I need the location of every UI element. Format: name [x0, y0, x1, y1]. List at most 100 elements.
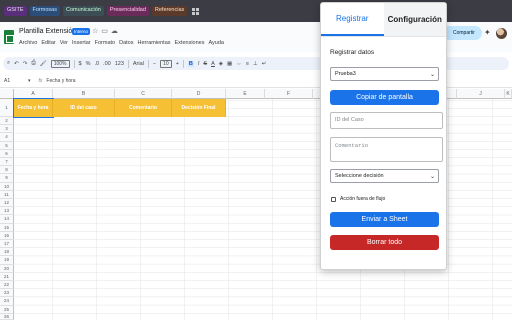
case-id-input[interactable]: ID del Caso	[330, 112, 443, 129]
comment-textarea[interactable]: Comentario	[330, 137, 443, 162]
menu-archivo[interactable]: Archivo	[19, 40, 37, 46]
bookmark-gsite[interactable]: GSITE	[4, 6, 27, 16]
apps-grid-icon[interactable]	[192, 7, 200, 15]
vertical-align-icon[interactable]: ⊥	[253, 61, 258, 67]
row-header-9[interactable]: 9	[0, 174, 14, 183]
bookmark-formosas[interactable]: Formosas	[29, 6, 60, 16]
column-header-f[interactable]: F	[265, 89, 313, 99]
menu-editar[interactable]: Editar	[41, 40, 55, 46]
menu-ver[interactable]: Ver	[60, 40, 68, 46]
merge-cells-icon[interactable]: ⇔	[236, 61, 242, 67]
decrease-decimals-button[interactable]: .0	[94, 61, 99, 67]
move-folder-icon[interactable]: ▭	[101, 27, 108, 35]
column-header-a[interactable]: A	[14, 89, 53, 99]
menu-extensiones[interactable]: Extensiones	[175, 40, 205, 46]
strikethrough-button[interactable]: S	[203, 61, 207, 67]
bookmark-referencias[interactable]: Referencias	[151, 6, 188, 16]
formula-input[interactable]: Fecha y hora	[46, 78, 75, 84]
share-button[interactable]: Compartir	[442, 26, 482, 40]
wrap-icon[interactable]: ↵	[262, 61, 267, 67]
print-icon[interactable]: ⎙	[31, 60, 35, 67]
row-header-24[interactable]: 24	[0, 297, 14, 306]
row-header-11[interactable]: 11	[0, 190, 14, 199]
row-header-4[interactable]: 4	[0, 133, 14, 142]
row-header-13[interactable]: 13	[0, 207, 14, 216]
tab-configuracion[interactable]: Configuración	[383, 3, 446, 36]
menu-ayuda[interactable]: Ayuda	[208, 40, 224, 46]
column-header-j[interactable]: J	[457, 89, 505, 99]
document-title[interactable]: Plantilla Extensión	[19, 28, 76, 35]
search-menus-icon[interactable]: ⌕	[7, 60, 10, 67]
font-select[interactable]: Arial	[133, 61, 144, 67]
row-header-26[interactable]: 26	[0, 313, 14, 320]
row-header-3[interactable]: 3	[0, 125, 14, 134]
cell-b1[interactable]: ID del caso	[53, 99, 115, 117]
bookmark-comunicacion[interactable]: Comunicación	[62, 6, 104, 16]
decision-select[interactable]: Seleccione decisión ⌄	[330, 169, 439, 183]
row-header-18[interactable]: 18	[0, 248, 14, 257]
row-header-10[interactable]: 10	[0, 182, 14, 191]
select-all-corner[interactable]	[0, 89, 14, 99]
menu-datos[interactable]: Datos	[119, 40, 133, 46]
bold-button[interactable]: B	[187, 60, 194, 67]
send-to-sheet-button[interactable]: Enviar a Sheet	[330, 212, 439, 227]
row-header-5[interactable]: 5	[0, 141, 14, 150]
name-box[interactable]: A1	[0, 78, 28, 84]
sheets-logo-icon[interactable]	[4, 30, 14, 44]
more-formats-button[interactable]: 123	[115, 61, 124, 67]
menu-formato[interactable]: Formato	[95, 40, 115, 46]
currency-format-button[interactable]: $	[79, 61, 82, 67]
column-header-k[interactable]: K	[505, 89, 512, 99]
font-size-decrease-icon[interactable]: −	[153, 61, 156, 67]
row-header-15[interactable]: 15	[0, 223, 14, 232]
percent-format-button[interactable]: %	[86, 61, 91, 67]
column-header-d[interactable]: D	[172, 89, 226, 99]
row-header-20[interactable]: 20	[0, 264, 14, 273]
row-header-1[interactable]: 1	[0, 99, 14, 117]
tab-registrar[interactable]: Registrar	[321, 3, 384, 36]
row-header-21[interactable]: 21	[0, 272, 14, 281]
font-size-input[interactable]: 10	[160, 59, 172, 68]
row-header-23[interactable]: 23	[0, 289, 14, 298]
paint-format-icon[interactable]: 🖌	[40, 61, 47, 67]
row-header-2[interactable]: 2	[0, 117, 14, 126]
menu-insertar[interactable]: Insertar	[72, 40, 91, 46]
avatar[interactable]	[496, 28, 507, 39]
row-header-12[interactable]: 12	[0, 199, 14, 208]
row-header-14[interactable]: 14	[0, 215, 14, 224]
undo-icon[interactable]: ↶	[14, 61, 19, 67]
redo-icon[interactable]: ↷	[23, 61, 28, 67]
row-header-6[interactable]: 6	[0, 149, 14, 158]
italic-button[interactable]: I	[198, 61, 200, 67]
sheet-select[interactable]: Prueba3 ⌄	[330, 67, 439, 81]
borders-icon[interactable]: ▦	[227, 61, 232, 67]
row-header-19[interactable]: 19	[0, 256, 14, 265]
off-flow-checkbox-row[interactable]: Acción fuera de flujo	[331, 196, 385, 202]
screenshot-button[interactable]: Copiar de pantalla	[330, 90, 439, 105]
row-header-22[interactable]: 22	[0, 281, 14, 290]
name-box-dropdown-icon[interactable]: ▾	[28, 78, 31, 84]
text-color-button[interactable]: A	[211, 61, 215, 67]
clear-all-button[interactable]: Borrar todo	[330, 235, 439, 250]
row-header-7[interactable]: 7	[0, 158, 14, 167]
column-header-e[interactable]: E	[226, 89, 265, 99]
label-badge[interactable]: Interno	[72, 28, 91, 35]
row-header-8[interactable]: 8	[0, 166, 14, 175]
menu-herramientas[interactable]: Herramientas	[138, 40, 171, 46]
cell-d1[interactable]: Decisión Final	[172, 99, 226, 117]
row-header-16[interactable]: 16	[0, 231, 14, 240]
cloud-status-icon[interactable]: ☁	[111, 27, 118, 35]
gemini-sparkle-icon[interactable]: ✦	[484, 28, 491, 37]
bookmark-presencialidad[interactable]: Presencialidad	[106, 6, 149, 16]
column-header-c[interactable]: C	[115, 89, 172, 99]
fill-color-icon[interactable]: ◈	[219, 61, 223, 67]
increase-decimals-button[interactable]: .00	[103, 61, 111, 67]
cell-a1[interactable]: Fecha y hora	[13, 98, 54, 118]
star-icon[interactable]: ☆	[92, 27, 98, 35]
align-icon[interactable]: ≡	[246, 61, 249, 67]
cell-c1[interactable]: Comentario	[115, 99, 172, 117]
off-flow-checkbox[interactable]	[331, 196, 336, 202]
row-header-25[interactable]: 25	[0, 305, 14, 314]
column-header-b[interactable]: B	[53, 89, 115, 99]
font-size-increase-icon[interactable]: +	[176, 61, 179, 67]
